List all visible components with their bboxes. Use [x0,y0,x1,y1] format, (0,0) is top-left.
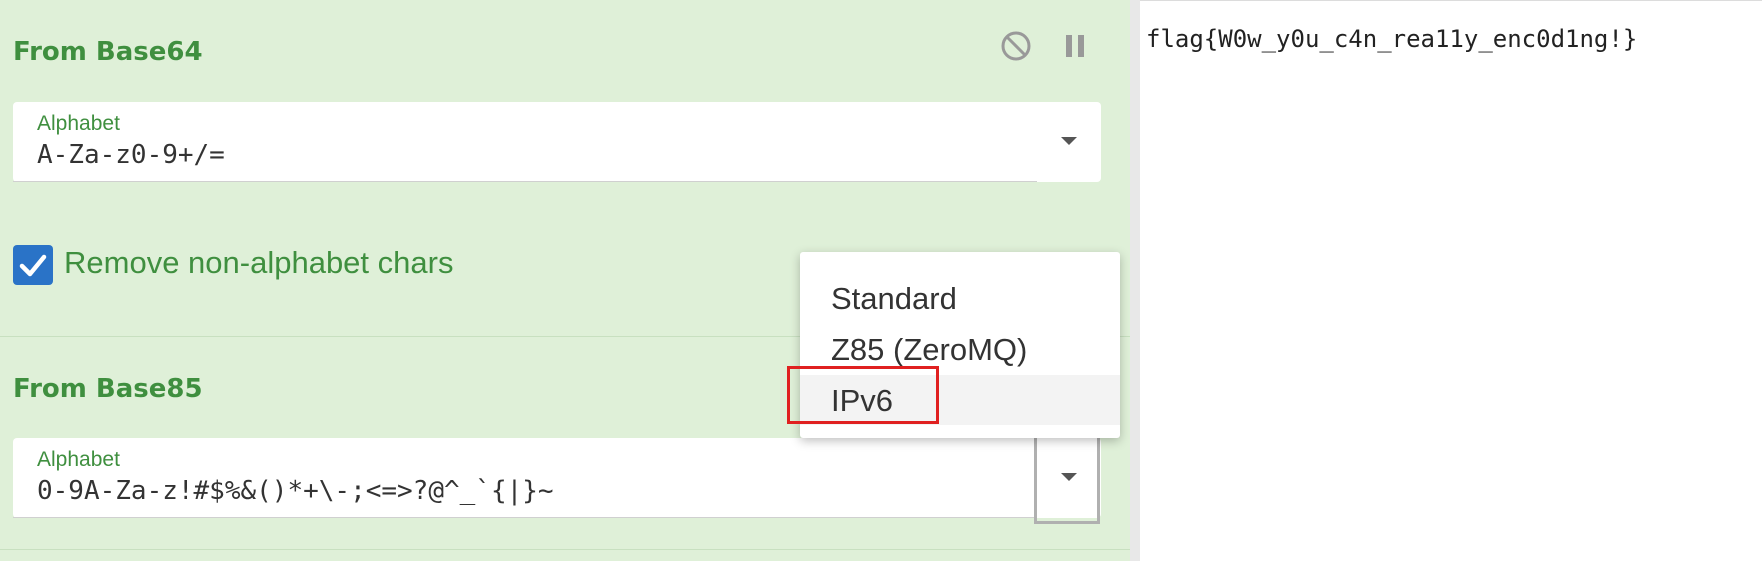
alphabet-label: Alphabet [37,112,120,135]
alphabet-value[interactable]: A-Za-z0-9+/= [37,140,225,170]
menu-item-standard[interactable]: Standard [800,273,1120,323]
chevron-down-icon[interactable] [1034,438,1100,524]
ban-icon[interactable] [1000,30,1032,62]
output-text[interactable]: flag{W0w_y0u_c4n_rea11y_enc0d1ng!} [1146,25,1637,53]
remove-non-alphabet-checkbox[interactable] [13,245,53,285]
pause-icon[interactable] [1063,33,1087,59]
checkmark-icon [19,254,47,277]
output-panel: flag{W0w_y0u_c4n_rea11y_enc0d1ng!} [1140,0,1762,562]
panel-divider[interactable] [1130,0,1140,561]
operation-title-from-base64: From Base64 [13,37,203,67]
field-underline [13,517,1037,518]
highlight-box [787,366,939,424]
chevron-down-icon[interactable] [1037,102,1101,182]
operation-divider [0,549,1130,550]
alphabet-label: Alphabet [37,448,120,471]
field-underline [13,181,1037,182]
alphabet-field-base85[interactable]: Alphabet 0-9A-Za-z!#$%&()*+\-;<=>?@^_`{|… [13,438,1101,524]
recipe-panel: From Base64 Alphabet A-Za-z0-9+/= Remove… [0,0,1130,561]
alphabet-value[interactable]: 0-9A-Za-z!#$%&()*+\-;<=>?@^_`{|}~ [37,476,554,506]
alphabet-field-base64[interactable]: Alphabet A-Za-z0-9+/= [13,102,1101,182]
operation-title-from-base85: From Base85 [13,374,203,404]
remove-non-alphabet-label[interactable]: Remove non-alphabet chars [64,245,453,281]
